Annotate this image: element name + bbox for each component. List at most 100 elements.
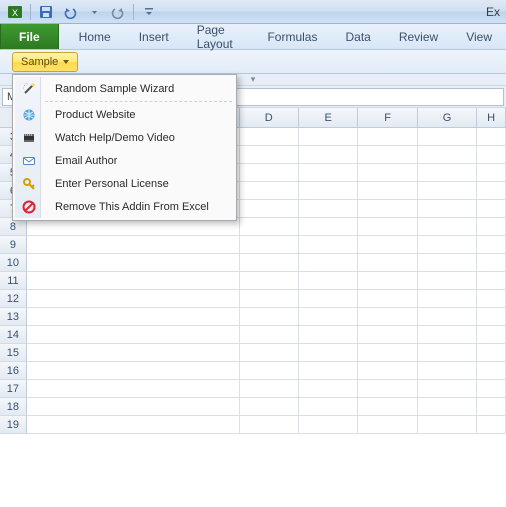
cell[interactable] [358, 326, 417, 344]
cell[interactable] [240, 146, 299, 164]
cell[interactable] [358, 290, 417, 308]
menu-item[interactable]: Watch Help/Demo Video [15, 126, 234, 149]
cell[interactable] [299, 344, 358, 362]
cell[interactable] [240, 344, 299, 362]
cell[interactable] [299, 326, 358, 344]
row-header[interactable]: 11 [0, 272, 27, 290]
cell[interactable] [240, 290, 299, 308]
cell[interactable] [27, 272, 240, 290]
cell[interactable] [358, 254, 417, 272]
cell[interactable] [477, 236, 506, 254]
cell[interactable] [358, 362, 417, 380]
cell[interactable] [358, 416, 417, 434]
cell[interactable] [418, 254, 477, 272]
cell[interactable] [418, 362, 477, 380]
column-header[interactable]: D [240, 108, 299, 128]
cell[interactable] [240, 236, 299, 254]
cell[interactable] [240, 380, 299, 398]
cell[interactable] [358, 128, 417, 146]
row-header[interactable]: 19 [0, 416, 27, 434]
cell[interactable] [358, 272, 417, 290]
cell[interactable] [358, 344, 417, 362]
cell[interactable] [27, 362, 240, 380]
cell[interactable] [477, 146, 506, 164]
column-header[interactable]: G [418, 108, 477, 128]
row-header[interactable]: 17 [0, 380, 27, 398]
cell[interactable] [299, 164, 358, 182]
tab-formulas[interactable]: Formulas [253, 24, 331, 49]
cell[interactable] [418, 416, 477, 434]
cell[interactable] [418, 398, 477, 416]
cell[interactable] [418, 164, 477, 182]
cell[interactable] [418, 308, 477, 326]
cell[interactable] [27, 290, 240, 308]
excel-icon[interactable]: X [4, 2, 26, 22]
cell[interactable] [299, 128, 358, 146]
cell[interactable] [358, 182, 417, 200]
cell[interactable] [27, 308, 240, 326]
cell[interactable] [477, 218, 506, 236]
cell[interactable] [477, 164, 506, 182]
cell[interactable] [358, 236, 417, 254]
cell[interactable] [418, 182, 477, 200]
cell[interactable] [240, 128, 299, 146]
cell[interactable] [240, 218, 299, 236]
cell[interactable] [27, 236, 240, 254]
cell[interactable] [27, 326, 240, 344]
cell[interactable] [358, 164, 417, 182]
cell[interactable] [299, 200, 358, 218]
row-header[interactable]: 9 [0, 236, 27, 254]
tab-home[interactable]: Home [65, 24, 125, 49]
menu-item[interactable]: Email Author [15, 149, 234, 172]
cell[interactable] [299, 362, 358, 380]
tab-insert[interactable]: Insert [125, 24, 183, 49]
cell[interactable] [418, 344, 477, 362]
cell[interactable] [418, 146, 477, 164]
menu-item[interactable]: Enter Personal License [15, 172, 234, 195]
cell[interactable] [240, 416, 299, 434]
tab-view[interactable]: View [452, 24, 506, 49]
cell[interactable] [477, 128, 506, 146]
cell[interactable] [477, 362, 506, 380]
row-header[interactable]: 16 [0, 362, 27, 380]
cell[interactable] [240, 398, 299, 416]
cell[interactable] [299, 146, 358, 164]
cell[interactable] [418, 200, 477, 218]
cell[interactable] [240, 326, 299, 344]
cell[interactable] [240, 362, 299, 380]
cell[interactable] [418, 236, 477, 254]
cell[interactable] [299, 254, 358, 272]
cell[interactable] [240, 164, 299, 182]
cell[interactable] [240, 200, 299, 218]
cell[interactable] [358, 146, 417, 164]
cell[interactable] [299, 416, 358, 434]
customize-qat-icon[interactable] [138, 2, 160, 22]
cell[interactable] [418, 128, 477, 146]
cell[interactable] [418, 290, 477, 308]
file-tab[interactable]: File [0, 24, 59, 49]
tab-review[interactable]: Review [385, 24, 452, 49]
column-header[interactable]: F [358, 108, 417, 128]
cell[interactable] [240, 254, 299, 272]
cell[interactable] [477, 344, 506, 362]
undo-dropdown-icon[interactable] [83, 2, 105, 22]
tab-page-layout[interactable]: Page Layout [183, 24, 254, 49]
cell[interactable] [477, 416, 506, 434]
cell[interactable] [299, 272, 358, 290]
cell[interactable] [358, 200, 417, 218]
cell[interactable] [477, 290, 506, 308]
tab-data[interactable]: Data [331, 24, 384, 49]
cell[interactable] [358, 398, 417, 416]
menu-item[interactable]: Product Website [15, 103, 234, 126]
cell[interactable] [299, 218, 358, 236]
cell[interactable] [477, 254, 506, 272]
cell[interactable] [358, 218, 417, 236]
cell[interactable] [299, 290, 358, 308]
cell[interactable] [27, 380, 240, 398]
cell[interactable] [299, 380, 358, 398]
cell[interactable] [27, 416, 240, 434]
cell[interactable] [418, 326, 477, 344]
cell[interactable] [299, 398, 358, 416]
cell[interactable] [477, 182, 506, 200]
menu-item[interactable]: Random Sample Wizard [15, 77, 234, 100]
